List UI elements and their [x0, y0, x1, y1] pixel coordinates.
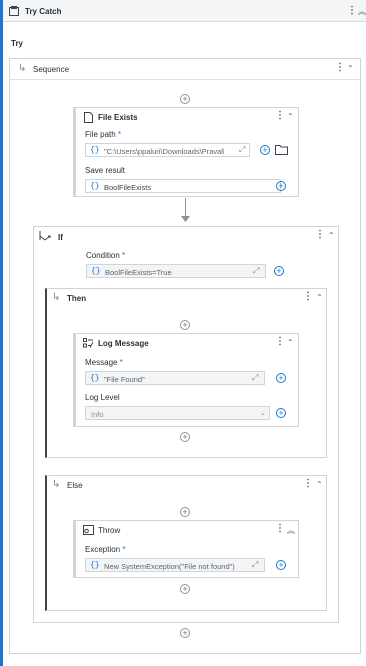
exception-value: New SystemException("File not found") [104, 562, 235, 571]
file-exists-collapse-icon[interactable]: ⌃ [287, 112, 294, 121]
save-result-value: BoolFileExists [104, 183, 152, 192]
log-level-add-icon[interactable]: + [276, 408, 286, 418]
add-activity-icon[interactable]: + [180, 94, 190, 104]
expand-field-icon[interactable]: ⤢ [252, 560, 258, 570]
file-path-label: File path * [85, 130, 122, 139]
connector-arrow-icon [181, 216, 190, 222]
else-more-icon[interactable]: ⋮ [303, 478, 313, 489]
expression-icon: {} [90, 146, 100, 155]
exception-label: Exception * [85, 545, 126, 554]
log-message-collapse-icon[interactable]: ⌃ [287, 338, 294, 347]
log-level-value: Info [91, 410, 104, 419]
then-label: Then [67, 294, 87, 303]
throw-icon [83, 525, 94, 535]
then-branch-icon: ↳ [52, 292, 61, 303]
expression-icon: {} [90, 374, 100, 383]
then-collapse-icon[interactable]: ⌃ [316, 293, 323, 302]
expand-field-icon[interactable]: ⤢ [252, 373, 258, 383]
if-more-icon[interactable]: ⋮ [315, 229, 325, 240]
throw-collapse-icon[interactable]: ︽ [287, 525, 295, 536]
log-message-more-icon[interactable]: ⋮ [275, 336, 285, 347]
try-catch-title: Try Catch [25, 7, 62, 16]
expression-icon: {} [90, 182, 100, 191]
condition-field[interactable]: {} BoolFileExists=True ⤢ [86, 264, 266, 278]
sequence-collapse-icon[interactable]: ⌃ [347, 64, 354, 73]
throw-more-icon[interactable]: ⋮ [275, 523, 285, 534]
message-add-icon[interactable]: + [276, 373, 286, 383]
log-level-select[interactable]: Info ⌄ [85, 406, 270, 420]
expression-icon: {} [91, 267, 101, 276]
sequence-more-icon[interactable]: ⋮ [335, 62, 345, 73]
try-catch-icon [9, 6, 19, 16]
message-value: "File Found" [104, 375, 145, 384]
log-message-title: Log Message [98, 339, 149, 348]
file-exists-more-icon[interactable]: ⋮ [275, 110, 285, 121]
try-label: Try [11, 39, 24, 48]
log-level-label: Log Level [85, 393, 120, 402]
exception-add-icon[interactable]: + [276, 560, 286, 570]
more-options-icon[interactable]: ⋮ [347, 5, 357, 16]
expand-field-icon[interactable]: ⤢ [253, 266, 259, 276]
condition-value: BoolFileExists=True [105, 268, 172, 277]
expression-icon: {} [90, 561, 100, 570]
collapse-icon[interactable]: ︽ [358, 6, 366, 17]
else-add-activity-bottom-icon[interactable]: + [180, 584, 190, 594]
file-path-add-icon[interactable]: + [260, 145, 270, 155]
log-message-icon [83, 338, 94, 348]
then-add-activity-icon[interactable]: + [180, 320, 190, 330]
else-collapse-icon[interactable]: ⌃ [316, 480, 323, 489]
if-branch-icon [39, 231, 51, 241]
then-add-activity-bottom-icon[interactable]: + [180, 432, 190, 442]
left-accent-bar [0, 0, 3, 666]
file-path-field[interactable]: {} "C:\Users\ppaluri\Downloads\Pravallik… [85, 143, 250, 157]
message-field[interactable]: {} "File Found" ⤢ [85, 371, 265, 385]
save-result-field[interactable]: {} BoolFileExists [85, 179, 281, 193]
throw-title: Throw [98, 526, 121, 535]
else-branch-icon: ↳ [52, 479, 61, 490]
if-label: If [58, 233, 63, 242]
file-exists-title: File Exists [98, 113, 138, 122]
sequence-add-activity-bottom-icon[interactable]: + [180, 628, 190, 638]
save-result-label: Save result [85, 166, 126, 175]
save-result-add-icon[interactable]: + [276, 181, 286, 191]
condition-add-icon[interactable]: + [274, 266, 284, 276]
sequence-icon: ↳ [18, 63, 27, 74]
exception-field[interactable]: {} New SystemException("File not found")… [85, 558, 265, 572]
chevron-down-icon[interactable]: ⌄ [260, 409, 266, 417]
file-icon [84, 112, 93, 123]
try-catch-header[interactable]: Try Catch ⋮ ︽ [3, 0, 366, 22]
if-collapse-icon[interactable]: ⌃ [328, 231, 335, 240]
log-message-card[interactable]: Log Message ⋮ ⌃ Message * {} "File Found… [73, 333, 299, 427]
file-path-value: "C:\Users\ppaluri\Downloads\Pravallik [104, 147, 224, 156]
else-label: Else [67, 481, 83, 490]
sequence-header[interactable]: ↳ Sequence ⋮ ⌃ [9, 58, 361, 80]
condition-label: Condition * [86, 251, 126, 260]
message-label: Message * [85, 358, 123, 367]
file-exists-card[interactable]: File Exists ⋮ ⌃ File path * {} "C:\Users… [73, 107, 299, 197]
connector-line [185, 198, 186, 218]
else-add-activity-icon[interactable]: + [180, 507, 190, 517]
then-more-icon[interactable]: ⋮ [303, 291, 313, 302]
browse-folder-icon[interactable] [275, 144, 288, 155]
throw-card[interactable]: Throw ⋮ ︽ Exception * {} New SystemExcep… [73, 520, 299, 578]
expand-field-icon[interactable]: ⤢ [239, 145, 245, 155]
sequence-label: Sequence [33, 65, 70, 74]
